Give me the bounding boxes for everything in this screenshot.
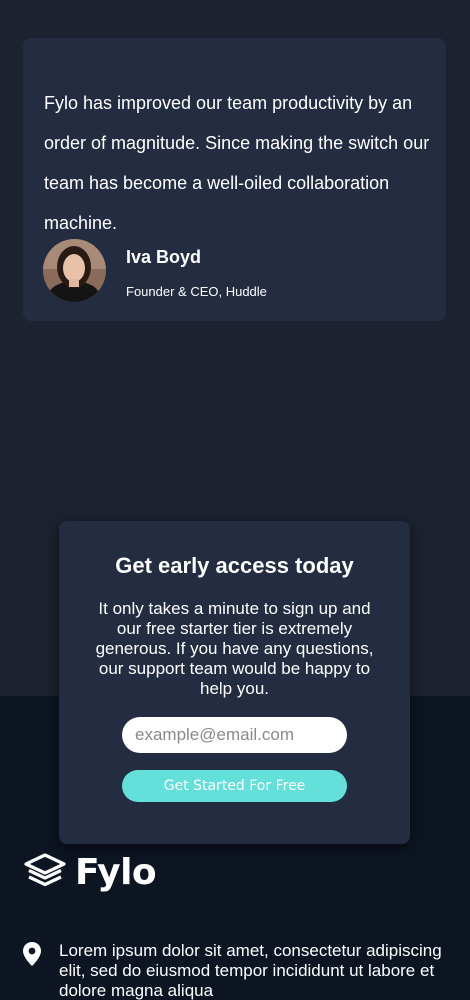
avatar	[43, 239, 106, 302]
early-access-card: Get early access today It only takes a m…	[59, 521, 410, 844]
email-input[interactable]	[122, 717, 347, 753]
testimonial-quote: Fylo has improved our team productivity …	[44, 93, 430, 233]
location-pin-icon	[22, 941, 42, 967]
get-started-button[interactable]: Get Started For Free	[122, 770, 347, 802]
author-role: Founder & CEO, Huddle	[126, 284, 267, 299]
testimonial-card: Fylo has improved our team productivity …	[23, 38, 446, 321]
logo-text: Fylo	[75, 851, 157, 893]
layers-icon	[23, 852, 67, 893]
cta-title: Get early access today	[115, 553, 354, 578]
cta-description: It only takes a minute to sign up and ou…	[95, 599, 374, 698]
footer-address: Lorem ipsum dolor sit amet, consectetur …	[59, 941, 442, 1000]
footer-logo[interactable]: Fylo	[23, 851, 157, 893]
author-name: Iva Boyd	[126, 247, 202, 267]
